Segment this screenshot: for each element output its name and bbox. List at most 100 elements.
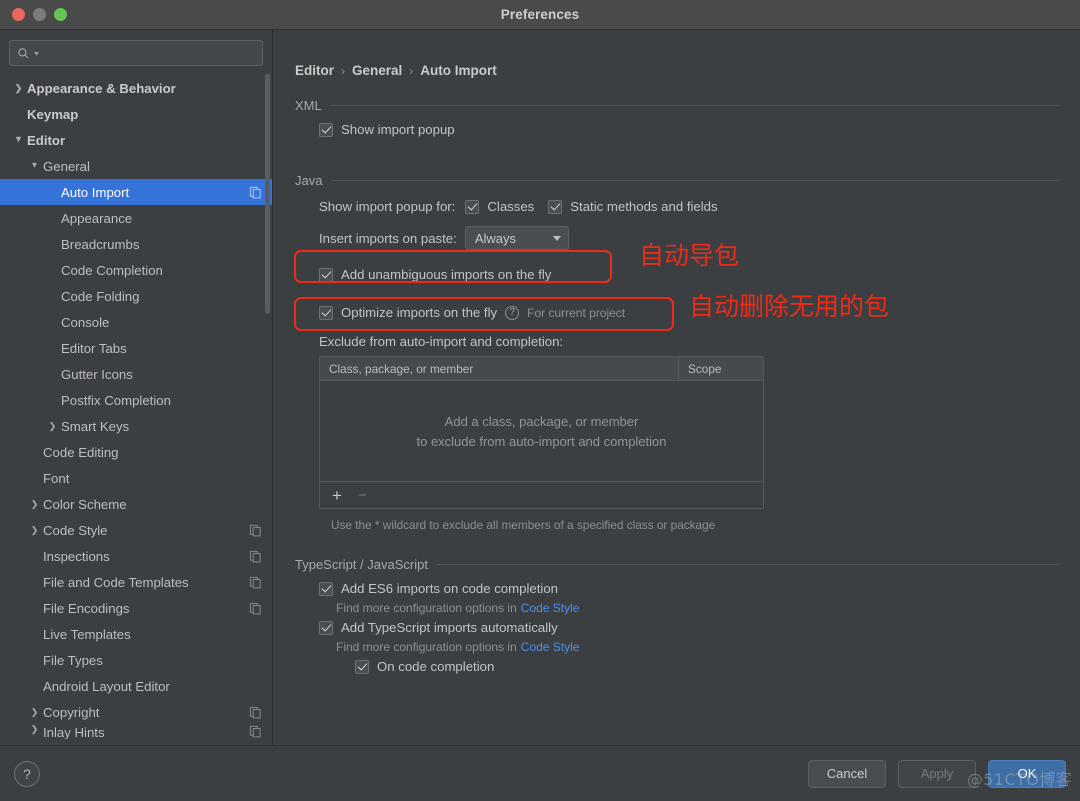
checkbox-on-code-completion-row[interactable]: On code completion — [295, 659, 1060, 674]
exclude-table-body[interactable]: Add a class, package, or member to exclu… — [320, 381, 763, 481]
apply-button[interactable]: Apply — [898, 759, 976, 788]
copy-settings-icon[interactable] — [249, 576, 262, 589]
chevron-right-icon[interactable]: ❯ — [10, 83, 27, 93]
sidebar-item-android-layout-editor[interactable]: Android Layout Editor — [0, 673, 272, 699]
checkbox-optimize-imports[interactable] — [319, 305, 333, 320]
sidebar-item-label: Code Style — [43, 522, 108, 538]
checkbox-add-es6-row[interactable]: Add ES6 imports on code completion — [295, 581, 1060, 596]
settings-tree[interactable]: ❯ Appearance & Behavior Keymap ▾ Editor ▾ Gene… — [0, 74, 272, 745]
sidebar-item-label: Font — [43, 470, 70, 486]
breadcrumb: Editor › General › Auto Import — [295, 30, 1060, 94]
sidebar-item-file-encodings[interactable]: File Encodings — [0, 595, 272, 621]
copy-settings-icon[interactable] — [249, 725, 262, 738]
search-container — [0, 30, 272, 74]
window-controls — [0, 8, 67, 21]
sidebar-item-editor[interactable]: ▾ Editor — [0, 127, 272, 153]
sidebar-item-label: Code Editing — [43, 444, 119, 460]
sidebar-item-code-editing[interactable]: Code Editing — [0, 439, 272, 465]
search-box[interactable] — [9, 40, 263, 66]
checkbox-show-import-popup-row[interactable]: Show import popup — [295, 122, 1060, 137]
sidebar-scrollbar[interactable] — [265, 74, 270, 314]
checkbox-static-methods-and-fields[interactable] — [548, 199, 563, 214]
chevron-right-icon[interactable]: ❯ — [26, 725, 43, 734]
ok-button[interactable]: OK — [988, 759, 1066, 788]
search-input[interactable] — [43, 46, 255, 60]
copy-settings-icon[interactable] — [249, 186, 262, 199]
minimize-button[interactable] — [33, 8, 46, 21]
section-rule — [331, 180, 1060, 181]
help-icon[interactable]: ? — [505, 305, 520, 320]
checkbox-add-es6-imports[interactable] — [319, 581, 333, 596]
label-optimize-scope: For current project — [527, 305, 626, 320]
copy-settings-icon[interactable] — [249, 550, 262, 563]
copy-settings-icon[interactable] — [249, 602, 262, 615]
link-code-style-2[interactable]: Code Style — [521, 640, 580, 654]
cancel-button[interactable]: Cancel — [808, 759, 886, 788]
settings-sidebar: ❯ Appearance & Behavior Keymap ▾ Editor ▾ Gene… — [0, 30, 273, 745]
checkbox-on-code-completion[interactable] — [355, 659, 369, 674]
checkbox-classes[interactable] — [465, 199, 480, 214]
checkbox-add-unambiguous-imports[interactable] — [319, 267, 333, 282]
sidebar-item-label: Android Layout Editor — [43, 678, 170, 694]
sidebar-item-breadcrumbs[interactable]: Breadcrumbs — [0, 231, 272, 257]
sidebar-item-general[interactable]: ▾ General — [0, 153, 272, 179]
checkbox-optimize-imports-row[interactable]: Optimize imports on the fly ? For curren… — [295, 305, 1060, 320]
sidebar-item-file-types[interactable]: File Types — [0, 647, 272, 673]
sidebar-item-label: Postfix Completion — [61, 392, 171, 408]
settings-main-panel: Editor › General › Auto Import XML Show … — [273, 30, 1080, 745]
insert-imports-on-paste-select[interactable]: Always — [464, 226, 569, 250]
chevron-right-icon[interactable]: ❯ — [26, 525, 43, 535]
sidebar-item-appearance[interactable]: Appearance — [0, 205, 272, 231]
sidebar-item-gutter-icons[interactable]: Gutter Icons — [0, 361, 272, 387]
chevron-right-icon[interactable]: ❯ — [26, 499, 43, 509]
sidebar-item-appearance-behavior[interactable]: ❯ Appearance & Behavior — [0, 75, 272, 101]
dialog-body: ❯ Appearance & Behavior Keymap ▾ Editor ▾ Gene… — [0, 30, 1080, 745]
label-show-import-popup-for: Show import popup for: — [319, 199, 456, 214]
close-button[interactable] — [12, 8, 25, 21]
sidebar-item-label: Gutter Icons — [61, 366, 133, 382]
sidebar-item-auto-import[interactable]: Auto Import — [0, 179, 272, 205]
checkbox-add-typescript-imports[interactable] — [319, 620, 333, 635]
sidebar-item-smart-keys[interactable]: ❯ Smart Keys — [0, 413, 272, 439]
sidebar-item-keymap[interactable]: Keymap — [0, 101, 272, 127]
column-header-class-package-member[interactable]: Class, package, or member — [320, 357, 679, 380]
window-title: Preferences — [500, 7, 580, 22]
column-header-scope[interactable]: Scope — [679, 357, 763, 380]
sidebar-item-editor-tabs[interactable]: Editor Tabs — [0, 335, 272, 361]
search-dropdown-icon[interactable] — [33, 50, 40, 57]
sidebar-item-code-folding[interactable]: Code Folding — [0, 283, 272, 309]
sidebar-item-label: Copyright — [43, 704, 100, 720]
sidebar-item-file-and-code-templates[interactable]: File and Code Templates — [0, 569, 272, 595]
sidebar-item-font[interactable]: Font — [0, 465, 272, 491]
title-bar: Preferences — [0, 0, 1080, 30]
zoom-button[interactable] — [54, 8, 67, 21]
exclude-hint-text: Use the * wildcard to exclude all member… — [331, 518, 716, 532]
chevron-right-icon[interactable]: ❯ — [44, 421, 61, 431]
copy-settings-icon[interactable] — [249, 524, 262, 537]
help-button[interactable]: ? — [14, 760, 40, 787]
chevron-down-icon[interactable]: ▾ — [10, 135, 27, 145]
sidebar-item-inlay-hints[interactable]: ❯ Inlay Hints — [0, 725, 272, 739]
sidebar-item-postfix-completion[interactable]: Postfix Completion — [0, 387, 272, 413]
link-code-style-1[interactable]: Code Style — [521, 601, 580, 615]
checkbox-show-import-popup[interactable] — [319, 122, 333, 137]
add-button[interactable]: + — [332, 487, 342, 504]
breadcrumb-separator-2: › — [409, 63, 414, 78]
breadcrumb-general[interactable]: General — [352, 63, 402, 78]
checkbox-add-typescript-row[interactable]: Add TypeScript imports automatically — [295, 620, 1060, 635]
breadcrumb-editor[interactable]: Editor — [295, 63, 334, 78]
sidebar-item-code-style[interactable]: ❯ Code Style — [0, 517, 272, 543]
sidebar-item-color-scheme[interactable]: ❯ Color Scheme — [0, 491, 272, 517]
sidebar-item-inspections[interactable]: Inspections — [0, 543, 272, 569]
chevron-down-icon[interactable]: ▾ — [26, 161, 43, 171]
find-more-row-2: Find more configuration options in Code … — [295, 640, 1060, 654]
sidebar-item-code-completion[interactable]: Code Completion — [0, 257, 272, 283]
sidebar-item-console[interactable]: Console — [0, 309, 272, 335]
copy-settings-icon[interactable] — [249, 706, 262, 719]
sidebar-item-label: Appearance — [61, 210, 133, 226]
sidebar-item-label: File Types — [43, 652, 103, 668]
sidebar-item-live-templates[interactable]: Live Templates — [0, 621, 272, 647]
remove-button: − — [357, 486, 367, 504]
chevron-right-icon[interactable]: ❯ — [26, 707, 43, 717]
sidebar-item-copyright[interactable]: ❯ Copyright — [0, 699, 272, 725]
